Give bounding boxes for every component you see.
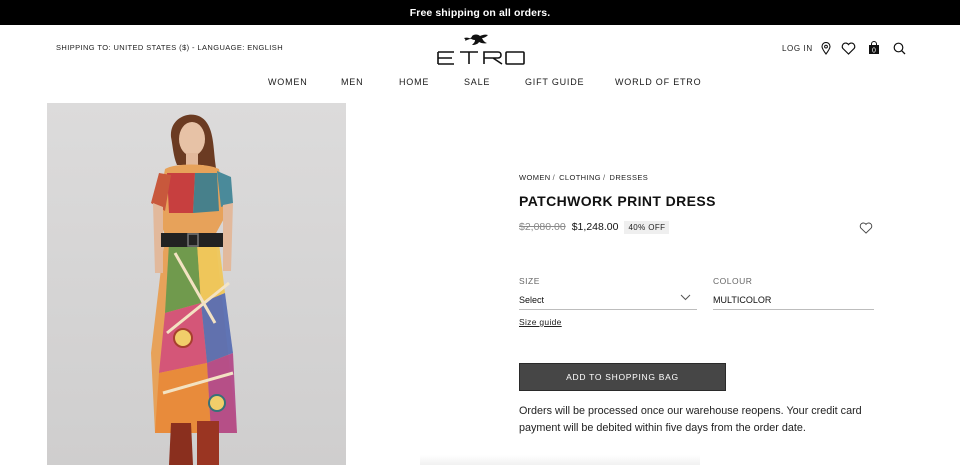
nav-item-world-of-etro[interactable]: WORLD OF ETRO (615, 77, 701, 87)
promo-banner: Free shipping on all orders. (0, 0, 960, 25)
discount-badge: 40% OFF (624, 220, 670, 234)
heart-icon (859, 222, 873, 234)
shipping-country[interactable]: UNITED STATES ($) (113, 43, 189, 52)
shopping-bag-icon: 0 (869, 41, 879, 55)
add-to-shopping-bag-button[interactable]: ADD TO SHOPPING BAG (519, 363, 726, 391)
promo-text: Free shipping on all orders. (409, 6, 551, 19)
shipping-to-label: SHIPPING TO: (56, 43, 111, 52)
chevron-down-icon (680, 294, 691, 301)
language-value[interactable]: ENGLISH (247, 43, 283, 52)
size-label: SIZE (519, 276, 540, 286)
colour-value: MULTICOLOR (713, 292, 874, 310)
shipping-language-selector[interactable]: SHIPPING TO: UNITED STATES ($) - LANGUAG… (56, 43, 283, 52)
wishlist-button[interactable] (840, 40, 856, 56)
heart-icon (841, 41, 855, 55)
store-locator-button[interactable] (818, 40, 834, 56)
main-navigation: WOMEN MEN HOME SALE GIFT GUIDE WORLD OF … (0, 77, 960, 89)
pegasus-icon (464, 34, 488, 45)
colour-label: COLOUR (713, 276, 753, 286)
login-link[interactable]: LOG IN (782, 40, 813, 56)
size-guide-link[interactable]: Size guide (519, 317, 562, 327)
breadcrumb-women[interactable]: WOMEN (519, 173, 551, 182)
nav-item-home[interactable]: HOME (399, 77, 429, 87)
etro-logo[interactable] (434, 32, 526, 66)
search-icon (893, 42, 905, 54)
size-dropdown[interactable]: Select (519, 292, 697, 310)
nav-item-sale[interactable]: SALE (464, 77, 490, 87)
breadcrumb-separator: / (603, 173, 606, 182)
language-label: LANGUAGE: (197, 43, 245, 52)
original-price: $2,080.00 (519, 221, 566, 233)
nav-item-gift-guide[interactable]: GIFT GUIDE (525, 77, 584, 87)
nav-item-women[interactable]: WOMEN (268, 77, 308, 87)
breadcrumb: WOMEN / CLOTHING / DRESSES (519, 173, 648, 182)
size-selected-value: Select (519, 295, 545, 305)
sale-price: $1,248.00 (571, 221, 619, 233)
breadcrumb-separator: / (552, 173, 556, 182)
breadcrumb-dresses[interactable]: DRESSES (610, 173, 649, 182)
price-block: $2,080.00 $1,248.00 40% OFF (519, 220, 670, 234)
location-pin-icon (821, 41, 831, 55)
shopping-bag-button[interactable]: 0 (866, 40, 882, 56)
login-label: LOG IN (782, 43, 813, 53)
product-image[interactable] (47, 103, 346, 465)
order-notice: Orders will be processed once our wareho… (519, 405, 862, 434)
nav-item-men[interactable]: MEN (341, 77, 363, 87)
add-to-wishlist-button[interactable] (858, 220, 874, 236)
bag-count: 0 (872, 48, 876, 55)
breadcrumb-clothing[interactable]: CLOTHING (559, 173, 601, 182)
product-title: PATCHWORK PRINT DRESS (519, 193, 716, 209)
search-button[interactable] (891, 40, 907, 56)
divider-shadow (420, 455, 700, 465)
